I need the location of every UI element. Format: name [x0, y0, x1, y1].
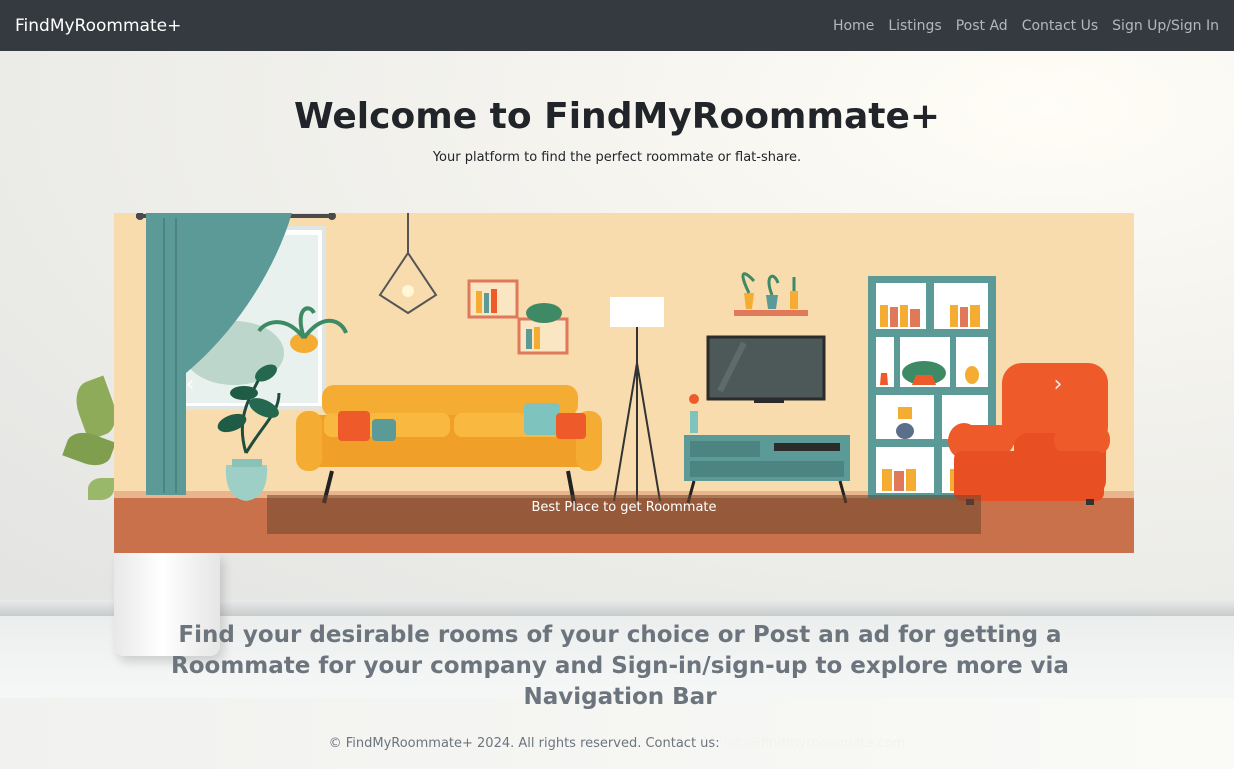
chevron-right-icon: › [1053, 372, 1063, 397]
image-carousel: Best Place to get Roommate ‹ › [114, 213, 1134, 553]
nav-link-listings[interactable]: Listings [881, 18, 948, 34]
nav-link-sign-up-sign-in[interactable]: Sign Up/Sign In [1105, 18, 1226, 34]
page-title: Welcome to FindMyRoommate+ [293, 96, 941, 137]
nav-links: Home Listings Post Ad Contact Us Sign Up… [826, 18, 1226, 34]
footer: © FindMyRoommate+ 2024. All rights reser… [0, 736, 1234, 751]
carousel-next-button[interactable]: › [1046, 373, 1070, 397]
page-subtitle: Your platform to find the perfect roomma… [432, 150, 802, 165]
nav-link-contact-us[interactable]: Contact Us [1015, 18, 1105, 34]
navbar: FindMyRoommate+ Home Listings Post Ad Co… [0, 0, 1234, 51]
footer-email-link[interactable]: info@findmyroommate.com [724, 736, 906, 751]
background-plant-leaf [88, 478, 114, 500]
footer-text: © FindMyRoommate+ 2024. All rights reser… [328, 736, 720, 751]
chevron-left-icon: ‹ [185, 372, 195, 397]
nav-link-home[interactable]: Home [826, 18, 881, 34]
promo-text: Find your desirable rooms of your choice… [171, 622, 1069, 710]
carousel-caption: Best Place to get Roommate [531, 500, 717, 515]
nav-link-post-ad[interactable]: Post Ad [949, 18, 1015, 34]
brand-link[interactable]: FindMyRoommate+ [15, 16, 181, 36]
carousel-prev-button[interactable]: ‹ [178, 373, 202, 397]
